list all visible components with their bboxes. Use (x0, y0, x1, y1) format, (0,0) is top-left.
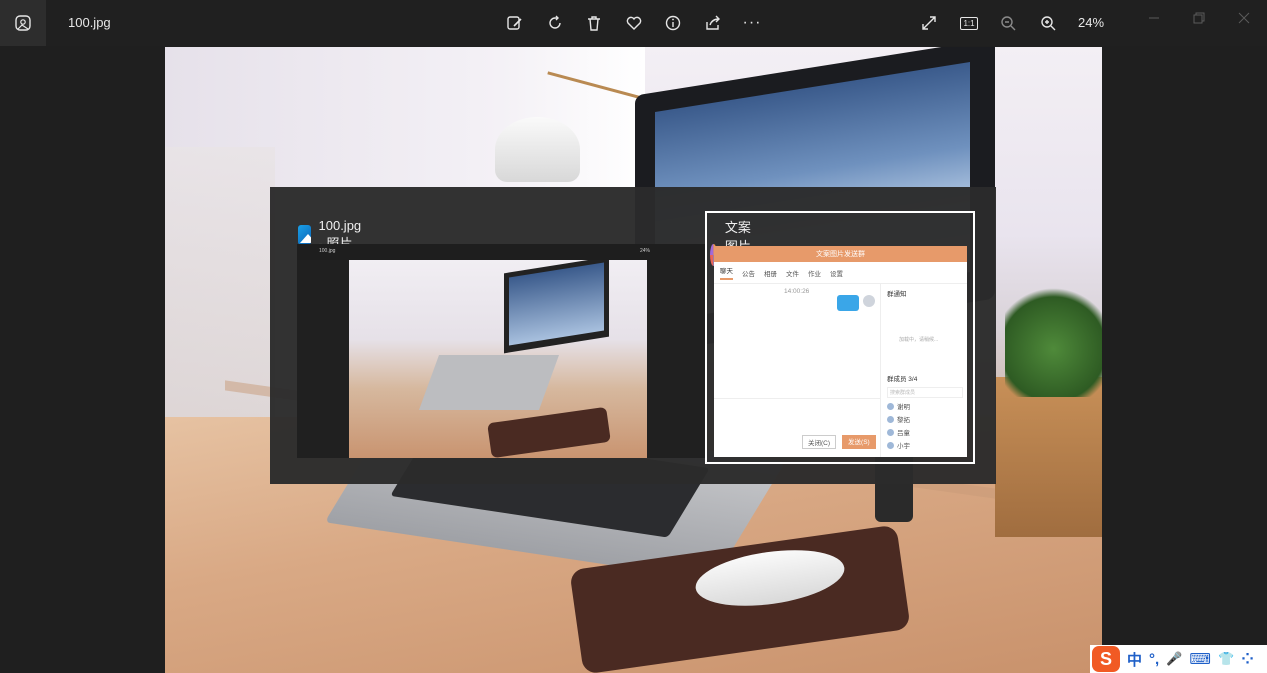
ime-toolbar: S 中 °, 🎤 ⌨ 👕 ⁘ (1090, 645, 1267, 673)
favorite-icon[interactable] (622, 11, 646, 35)
member-name: 黎拓 (897, 417, 910, 424)
chinese-mode-toggle[interactable]: 中 (1127, 649, 1142, 670)
sogou-logo-icon[interactable]: S (1092, 646, 1120, 672)
zoom-out-icon[interactable] (996, 11, 1020, 35)
photos-app-icon (298, 225, 311, 245)
avatar (863, 295, 875, 307)
thumb-zoom: 24% (640, 248, 651, 254)
close-icon[interactable] (1231, 8, 1257, 28)
keyboard-icon[interactable]: ⌨ (1189, 650, 1211, 668)
member-name: 谢明 (897, 404, 910, 411)
window-thumbnail: 100.jpg 24% (297, 244, 707, 458)
rotate-icon[interactable] (543, 11, 567, 35)
zoom-in-icon[interactable] (1036, 11, 1060, 35)
notice-placeholder: 加载中，请稍候... (899, 337, 939, 343)
skin-icon[interactable]: 👕 (1218, 651, 1234, 667)
lamp (495, 117, 580, 182)
tab-homework: 作业 (808, 270, 821, 278)
notice-title: 群通知 (887, 291, 907, 298)
tab-settings: 设置 (830, 270, 843, 278)
task-switcher: 100.jpg - 照片 100.jpg 24% 文案图片发送群 文案图片发送群… (270, 187, 996, 484)
member-search: 搜索群成员 (887, 387, 963, 398)
members-label: 群成员 3/4 (887, 376, 918, 383)
tab-files: 文件 (786, 270, 799, 278)
chat-time: 14:00:26 (784, 288, 810, 295)
chat-message-bubble (837, 295, 859, 311)
file-name: 100.jpg (68, 15, 111, 30)
window-thumbnail: 文案图片发送群 聊天 公告 相册 文件 作业 设置 14:00:26 关闭(C)… (714, 246, 967, 457)
toolbox-icon[interactable]: ⁘ (1241, 650, 1254, 668)
chat-sidebar: 群通知 加载中，请稍候... 群成员 3/4 搜索群成员 谢明 黎拓 吕童 小宇 (880, 284, 967, 457)
more-icon[interactable]: ··· (740, 11, 764, 35)
microphone-icon[interactable]: 🎤 (1166, 651, 1182, 667)
tab-chat: 聊天 (720, 265, 733, 280)
fullscreen-icon[interactable] (917, 11, 941, 35)
chat-input-toolbar (714, 398, 880, 412)
send-button: 发送(S) (842, 435, 876, 449)
delete-icon[interactable] (582, 11, 606, 35)
punctuation-toggle[interactable]: °, (1149, 651, 1159, 668)
edit-image-icon[interactable] (503, 11, 527, 35)
thumb-filename: 100.jpg (319, 248, 336, 254)
photos-app-icon[interactable] (0, 0, 46, 46)
close-button: 关闭(C) (802, 435, 837, 449)
actual-size-icon[interactable]: 1:1 (957, 11, 981, 35)
member-name: 小宇 (897, 443, 910, 450)
share-icon[interactable] (701, 11, 725, 35)
member-name: 吕童 (897, 430, 910, 437)
minimize-icon[interactable] (1141, 8, 1167, 28)
tab-announcement: 公告 (742, 270, 755, 278)
info-icon[interactable] (661, 11, 685, 35)
actual-size-label: 1:1 (960, 16, 978, 30)
zoom-level[interactable]: 24% (1078, 15, 1104, 30)
chat-header: 文案图片发送群 (714, 246, 967, 262)
title-bar: 100.jpg ··· 1:1 24% (0, 0, 1267, 46)
chat-tabs: 聊天 公告 相册 文件 作业 设置 (714, 262, 967, 284)
restore-icon[interactable] (1186, 8, 1212, 28)
tab-album: 相册 (764, 270, 777, 278)
